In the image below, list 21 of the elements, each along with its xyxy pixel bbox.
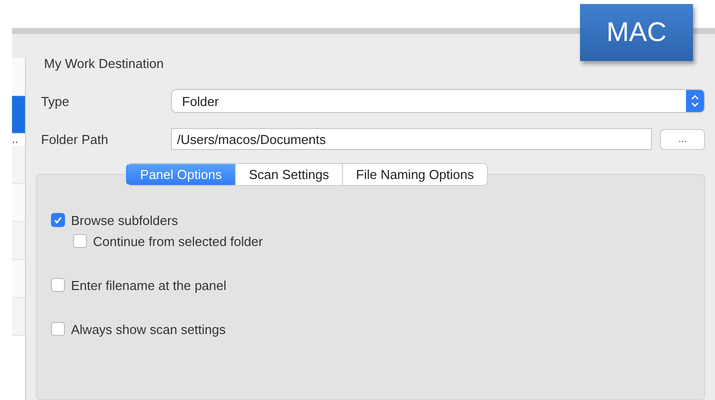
more-text: .. (12, 134, 20, 146)
browse-button[interactable]: ... (660, 128, 705, 150)
type-label: Type (41, 94, 70, 108)
checkbox[interactable] (51, 322, 65, 336)
section-title: My Work Destination (44, 56, 165, 73)
option-label: Enter filename at the panel (71, 278, 226, 292)
folder-path-field[interactable]: /Users/macos/Documents (171, 128, 652, 150)
tab[interactable]: Scan Settings (236, 163, 344, 186)
folder-path-label: Folder Path (41, 132, 110, 146)
platform-badge: MAC (580, 4, 693, 61)
option-label: Always show scan settings (71, 322, 226, 336)
checkbox[interactable] (73, 234, 87, 248)
option-label: Browse subfolders (71, 212, 178, 228)
type-select[interactable]: Folder (171, 89, 705, 113)
option-label: Continue from selected folder (93, 234, 263, 248)
check-icon (53, 215, 63, 225)
checkbox[interactable] (51, 278, 65, 292)
tab[interactable]: File Naming Options (343, 163, 488, 186)
checkbox[interactable] (51, 213, 65, 227)
sidebar-item[interactable] (12, 96, 25, 134)
stepper-icon (686, 90, 704, 112)
